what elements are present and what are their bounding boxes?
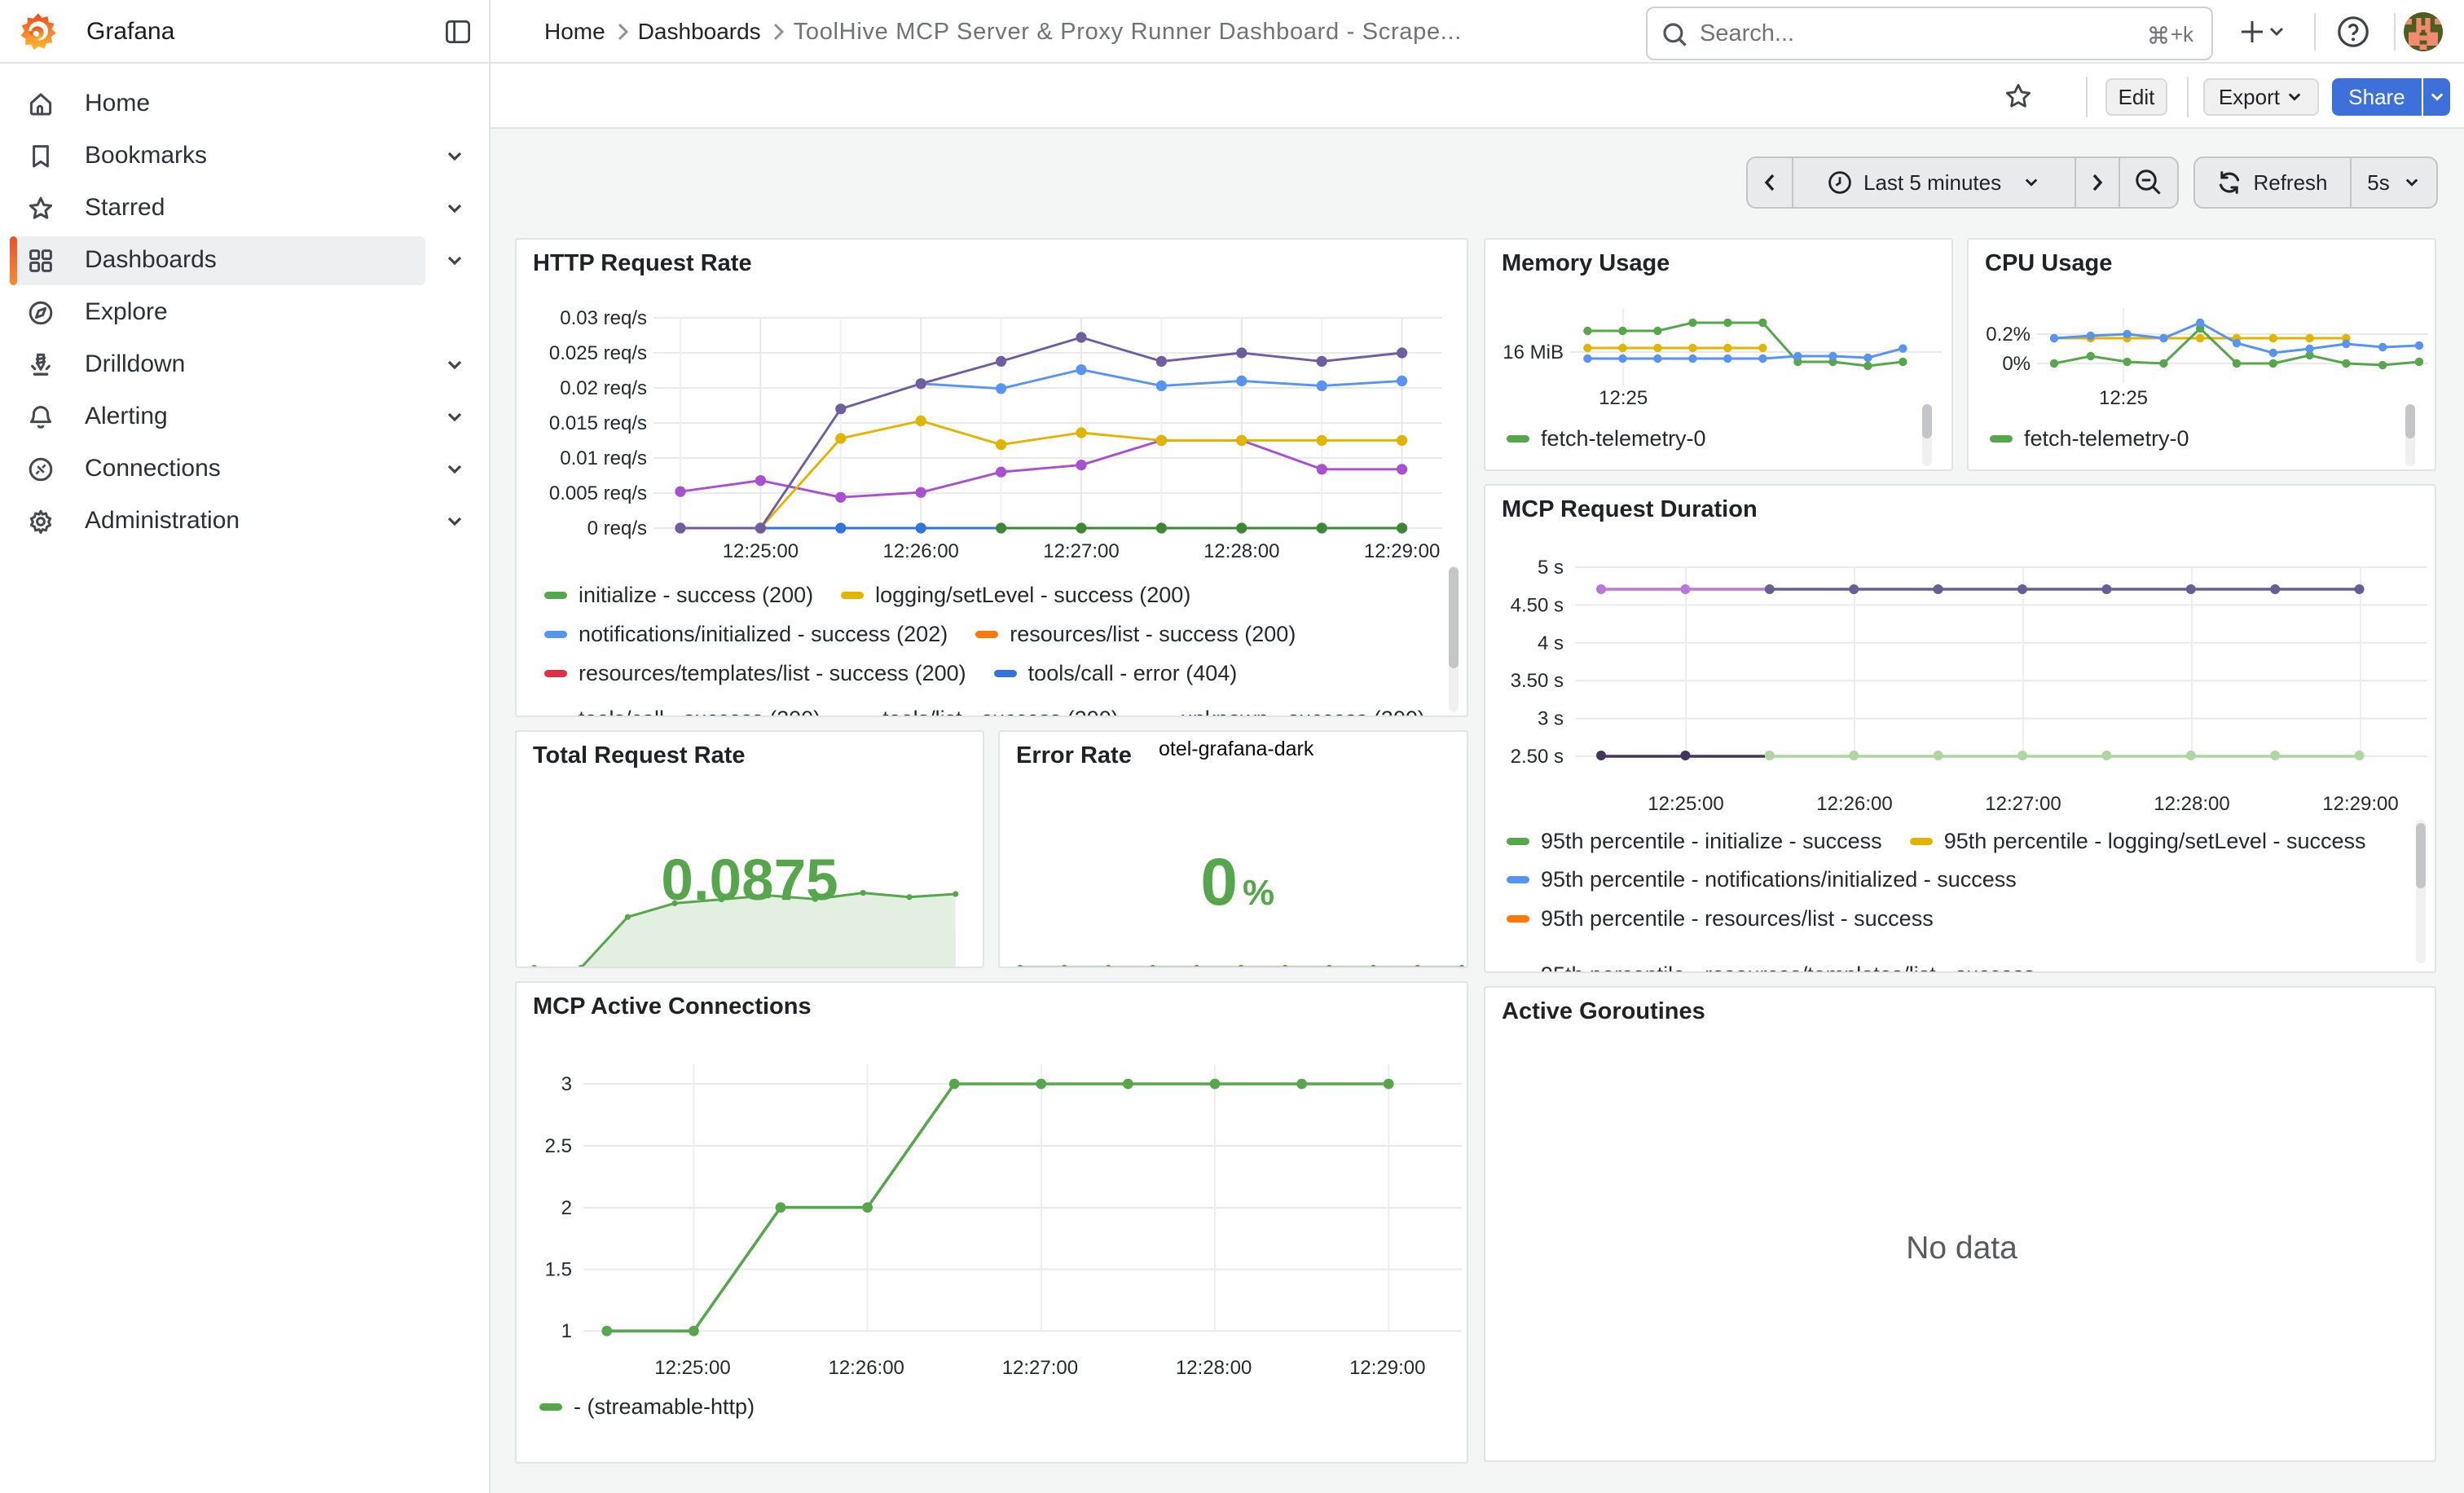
svg-text:16 MiB: 16 MiB	[1503, 341, 1564, 363]
svg-text:2.5: 2.5	[545, 1135, 572, 1157]
svg-text:12:26:00: 12:26:00	[828, 1357, 904, 1379]
svg-text:0.0875: 0.0875	[661, 848, 838, 913]
svg-text:0.025 req/s: 0.025 req/s	[549, 342, 647, 364]
svg-text:12:27:00: 12:27:00	[1002, 1357, 1078, 1379]
svg-text:12:25: 12:25	[2099, 387, 2148, 409]
svg-text:12:26:00: 12:26:00	[882, 540, 958, 562]
svg-text:0.015 req/s: 0.015 req/s	[549, 412, 647, 434]
svg-text:0.005 req/s: 0.005 req/s	[549, 482, 647, 504]
svg-text:0: 0	[1200, 845, 1238, 919]
svg-text:5 s: 5 s	[1538, 557, 1564, 579]
svg-text:4.50 s: 4.50 s	[1511, 594, 1564, 616]
svg-text:0.02 req/s: 0.02 req/s	[560, 377, 647, 399]
svg-text:3 s: 3 s	[1538, 708, 1564, 730]
svg-text:12:29:00: 12:29:00	[2322, 793, 2398, 815]
svg-text:0%: 0%	[2002, 353, 2031, 375]
svg-text:3.50 s: 3.50 s	[1511, 670, 1564, 692]
svg-text:0.03 req/s: 0.03 req/s	[560, 307, 647, 329]
svg-text:12:27:00: 12:27:00	[1043, 540, 1119, 562]
svg-text:12:25:00: 12:25:00	[723, 540, 799, 562]
svg-text:12:27:00: 12:27:00	[1985, 793, 2061, 815]
svg-text:12:29:00: 12:29:00	[1364, 540, 1440, 562]
svg-text:12:26:00: 12:26:00	[1816, 793, 1892, 815]
svg-text:12:25:00: 12:25:00	[654, 1357, 730, 1379]
svg-text:1: 1	[561, 1320, 572, 1342]
svg-text:12:28:00: 12:28:00	[1203, 540, 1279, 562]
svg-text:12:25: 12:25	[1599, 387, 1648, 409]
svg-text:0.01 req/s: 0.01 req/s	[560, 447, 647, 469]
svg-text:12:28:00: 12:28:00	[2154, 793, 2229, 815]
svg-text:1.5: 1.5	[545, 1259, 572, 1281]
svg-text:2: 2	[561, 1197, 572, 1219]
svg-text:%: %	[1243, 873, 1274, 913]
svg-text:0 req/s: 0 req/s	[587, 517, 647, 540]
svg-text:2.50 s: 2.50 s	[1511, 746, 1564, 768]
svg-text:4 s: 4 s	[1538, 632, 1564, 654]
svg-text:0.2%: 0.2%	[1986, 324, 2031, 346]
svg-text:12:25:00: 12:25:00	[1648, 793, 1723, 815]
svg-text:3: 3	[561, 1073, 572, 1095]
svg-text:12:28:00: 12:28:00	[1176, 1357, 1252, 1379]
svg-text:12:29:00: 12:29:00	[1349, 1357, 1425, 1379]
